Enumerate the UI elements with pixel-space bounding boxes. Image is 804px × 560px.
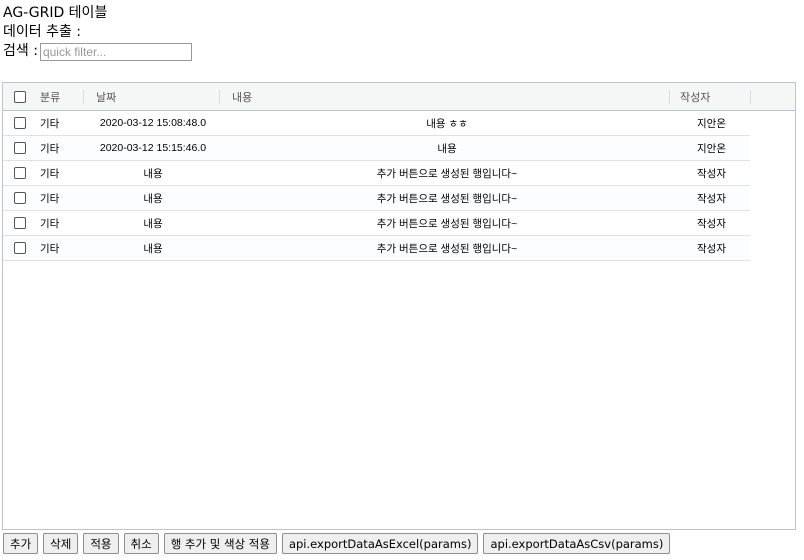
cell-author[interactable]: 작성자 — [673, 211, 750, 235]
export-label: 데이터 추출 : — [3, 24, 82, 40]
header-date[interactable]: 날짜 — [96, 83, 116, 110]
table-row[interactable]: 기타 2020-03-12 15:15:46.0 내용 지안온 — [3, 136, 750, 161]
delete-button[interactable]: 삭제 — [43, 533, 79, 554]
header-author[interactable]: 작성자 — [680, 83, 710, 110]
cell-content[interactable]: 추가 버튼으로 생성된 행입니다~ — [225, 186, 669, 210]
cell-category[interactable]: 기타 — [40, 186, 59, 210]
header-separator[interactable] — [669, 90, 670, 104]
row-checkbox[interactable] — [14, 142, 26, 154]
cell-date[interactable]: 2020-03-12 15:08:48.0 — [87, 111, 219, 135]
cancel-button[interactable]: 취소 — [123, 533, 159, 554]
header-separator[interactable] — [750, 90, 751, 104]
row-checkbox[interactable] — [14, 217, 26, 229]
page-header: AG-GRID 테이블 데이터 추출 : 검색 : — [3, 4, 192, 61]
export-excel-button[interactable]: api.exportDataAsExcel(params) — [281, 533, 479, 554]
cell-category[interactable]: 기타 — [40, 161, 59, 185]
page-title: AG-GRID 테이블 — [3, 5, 108, 21]
table-row[interactable]: 기타 내용 추가 버튼으로 생성된 행입니다~ 작성자 — [3, 186, 750, 211]
cell-author[interactable]: 지안온 — [673, 136, 750, 160]
grid-header: 분류 날짜 내용 작성자 — [3, 83, 795, 111]
grid-body: 기타 2020-03-12 15:08:48.0 내용 ㅎㅎ 지안온 기타 20… — [3, 111, 750, 261]
table-row[interactable]: 기타 내용 추가 버튼으로 생성된 행입니다~ 작성자 — [3, 236, 750, 261]
cell-author[interactable]: 작성자 — [673, 236, 750, 260]
select-all-checkbox[interactable] — [14, 90, 26, 103]
cell-category[interactable]: 기타 — [40, 111, 59, 135]
table-row[interactable]: 기타 내용 추가 버튼으로 생성된 행입니다~ 작성자 — [3, 161, 750, 186]
row-checkbox[interactable] — [14, 242, 26, 254]
row-checkbox[interactable] — [14, 192, 26, 204]
grid-empty-area — [750, 111, 795, 529]
cell-date[interactable]: 2020-03-12 15:15:46.0 — [87, 136, 219, 160]
cell-category[interactable]: 기타 — [40, 136, 59, 160]
table-row[interactable]: 기타 2020-03-12 15:08:48.0 내용 ㅎㅎ 지안온 — [3, 111, 750, 136]
ag-grid-table: 분류 날짜 내용 작성자 기타 2020-03-12 15:08:48.0 내용… — [2, 82, 796, 530]
export-csv-button[interactable]: api.exportDataAsCsv(params) — [483, 533, 671, 554]
cell-date[interactable]: 내용 — [87, 211, 219, 235]
apply-button[interactable]: 적용 — [83, 533, 119, 554]
cell-author[interactable]: 지안온 — [673, 111, 750, 135]
cell-date[interactable]: 내용 — [87, 161, 219, 185]
search-label: 검색 : — [3, 43, 38, 59]
add-button[interactable]: 추가 — [3, 533, 39, 554]
row-checkbox[interactable] — [14, 167, 26, 179]
cell-author[interactable]: 작성자 — [673, 161, 750, 185]
cell-content[interactable]: 추가 버튼으로 생성된 행입니다~ — [225, 236, 669, 260]
quick-filter-input[interactable] — [39, 42, 192, 61]
header-separator[interactable] — [83, 90, 84, 104]
cell-category[interactable]: 기타 — [40, 211, 59, 235]
cell-content[interactable]: 내용 — [225, 136, 669, 160]
select-all-cell — [14, 83, 26, 110]
header-separator[interactable] — [219, 90, 220, 104]
cell-content[interactable]: 추가 버튼으로 생성된 행입니다~ — [225, 211, 669, 235]
header-category[interactable]: 분류 — [40, 83, 60, 110]
cell-category[interactable]: 기타 — [40, 236, 59, 260]
cell-content[interactable]: 내용 ㅎㅎ — [225, 111, 669, 135]
cell-content[interactable]: 추가 버튼으로 생성된 행입니다~ — [225, 161, 669, 185]
cell-date[interactable]: 내용 — [87, 186, 219, 210]
action-buttons: 추가 삭제 적용 취소 행 추가 및 색상 적용 api.exportDataA… — [3, 533, 671, 554]
add-row-color-button[interactable]: 행 추가 및 색상 적용 — [163, 533, 277, 554]
search-row: 검색 : — [3, 42, 192, 61]
table-row[interactable]: 기타 내용 추가 버튼으로 생성된 행입니다~ 작성자 — [3, 211, 750, 236]
header-content[interactable]: 내용 — [232, 83, 252, 110]
row-checkbox[interactable] — [14, 117, 26, 129]
cell-author[interactable]: 작성자 — [673, 186, 750, 210]
cell-date[interactable]: 내용 — [87, 236, 219, 260]
